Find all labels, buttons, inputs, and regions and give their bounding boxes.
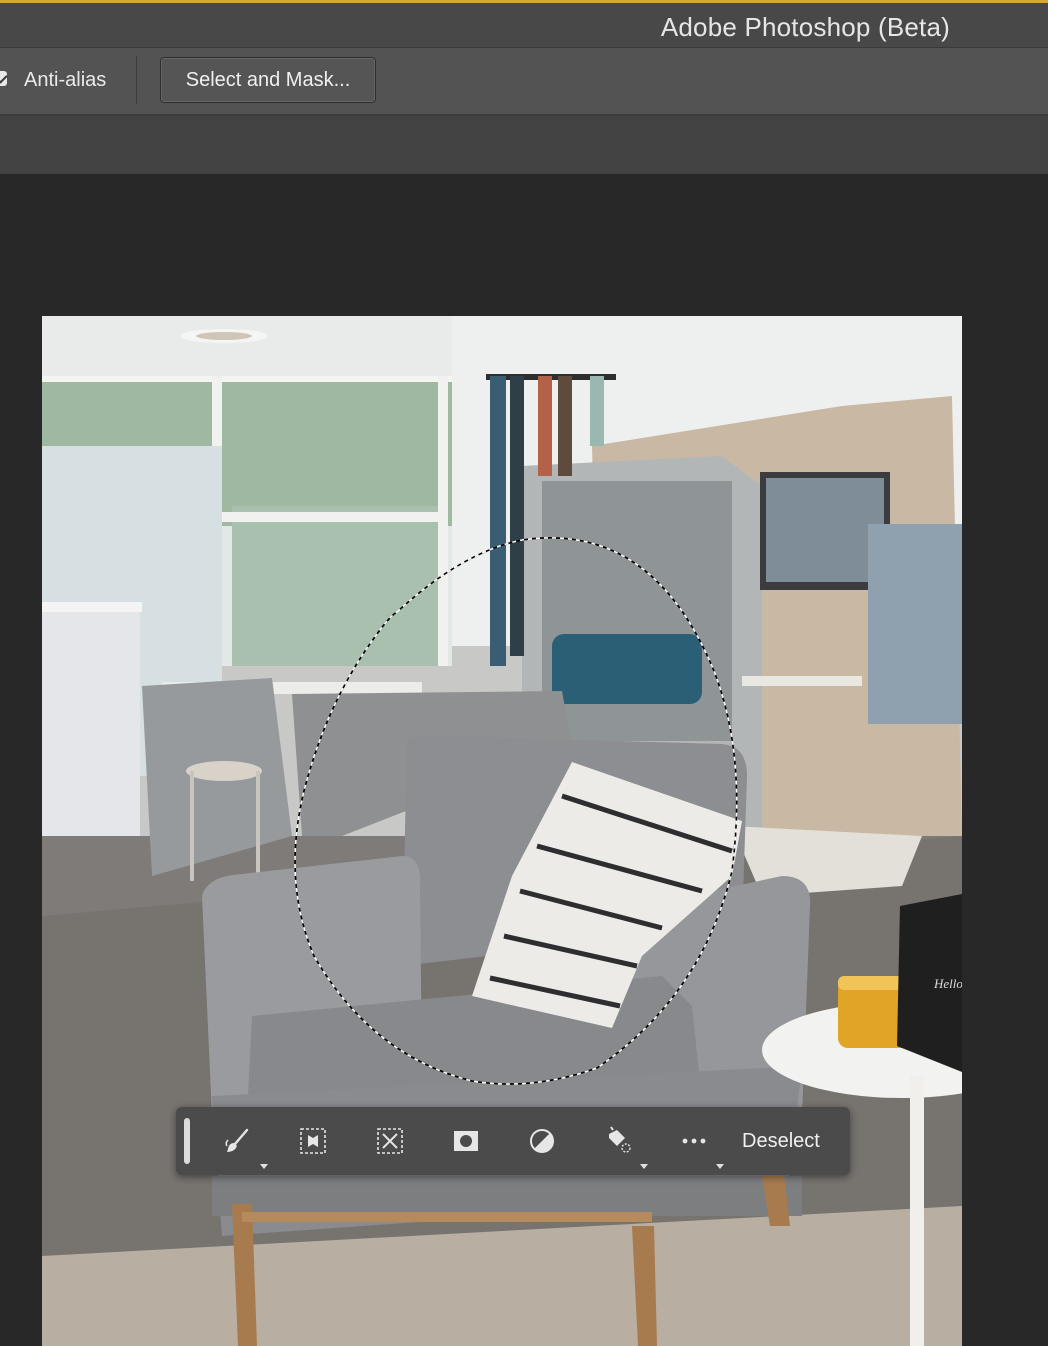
fill-selection-icon[interactable] bbox=[598, 1121, 638, 1161]
chevron-down-icon[interactable] bbox=[640, 1164, 648, 1169]
photo-scene: Hello Color bbox=[42, 316, 962, 1346]
document-tab-bar bbox=[0, 116, 1048, 174]
adjustment-layer-icon[interactable] bbox=[522, 1121, 562, 1161]
sign-text: Hello Color bbox=[933, 976, 962, 991]
transform-selection-icon[interactable] bbox=[370, 1121, 410, 1161]
document-image[interactable]: Hello Color bbox=[42, 316, 962, 1346]
app-title: Adobe Photoshop (Beta) bbox=[660, 12, 950, 42]
options-bar: Anti-alias Select and Mask... bbox=[0, 48, 1048, 116]
contextual-task-bar: Deselect bbox=[176, 1107, 850, 1175]
more-options-icon[interactable] bbox=[674, 1121, 714, 1161]
select-brush-icon[interactable] bbox=[218, 1121, 258, 1161]
anti-alias-label: Anti-alias bbox=[24, 69, 107, 91]
select-and-mask-button[interactable]: Select and Mask... bbox=[160, 57, 376, 103]
anti-alias-checkbox[interactable] bbox=[0, 71, 7, 86]
task-bar-drag-handle[interactable] bbox=[184, 1118, 190, 1164]
deselect-button[interactable]: Deselect bbox=[742, 1125, 820, 1157]
title-bar: Adobe Photoshop (Beta) bbox=[0, 3, 1048, 48]
options-divider bbox=[136, 56, 137, 104]
create-mask-icon[interactable] bbox=[446, 1121, 486, 1161]
chevron-down-icon[interactable] bbox=[260, 1164, 268, 1169]
chevron-down-icon[interactable] bbox=[716, 1164, 724, 1169]
select-subject-icon[interactable] bbox=[293, 1121, 333, 1161]
